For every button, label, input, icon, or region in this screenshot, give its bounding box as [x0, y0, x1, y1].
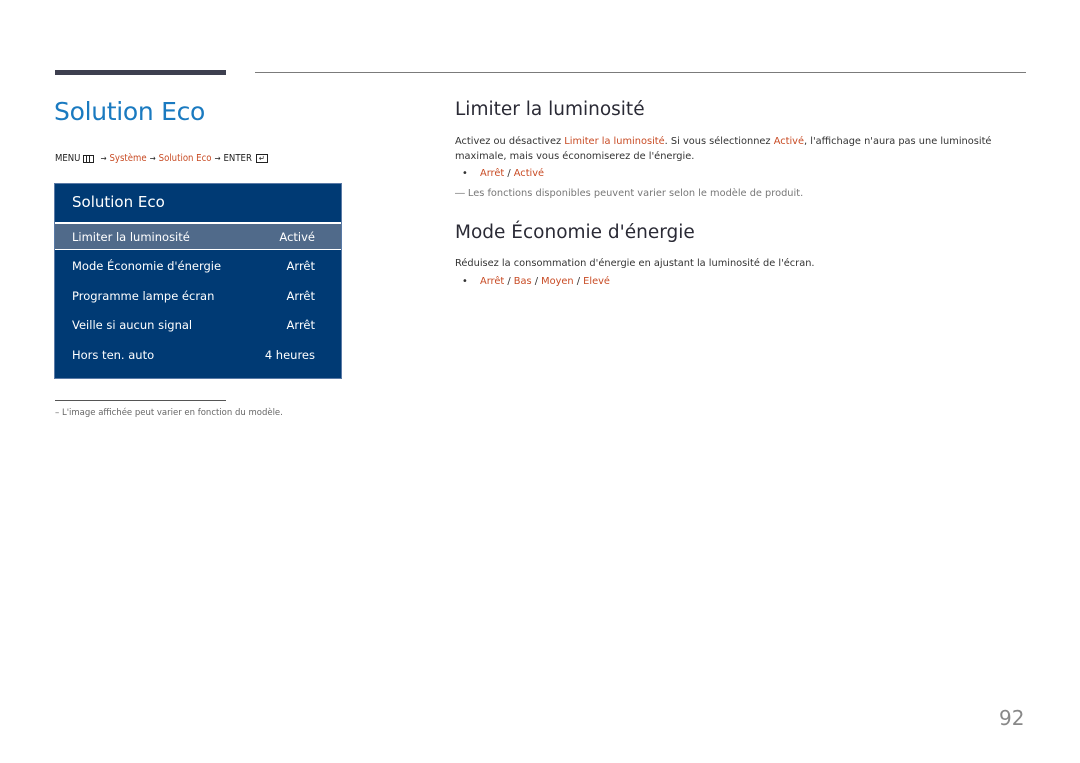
option-active: Activé	[513, 168, 545, 179]
breadcrumb-systeme: Système	[109, 153, 147, 164]
header-rule-thick	[55, 70, 226, 75]
option-separator: /	[504, 276, 514, 287]
header-rule-thin	[255, 72, 1026, 73]
breadcrumb-enter: ENTER	[223, 153, 252, 164]
osd-item-veille-signal[interactable]: Veille si aucun signal Arrêt	[55, 312, 341, 338]
section-paragraph-limiter-luminosite: Activez ou désactivez Limiter la luminos…	[455, 134, 1020, 164]
osd-menu-title: Solution Eco	[72, 193, 165, 211]
footnote-image-disclaimer: – L'image affichée peut varier en foncti…	[55, 408, 283, 418]
para-text: . Si vous sélectionnez	[664, 136, 774, 147]
option-arret: Arrêt	[480, 168, 505, 179]
menu-grid-icon	[83, 154, 95, 163]
osd-item-value: Activé	[279, 229, 315, 244]
section-heading-mode-economie: Mode Économie d'énergie	[455, 222, 695, 243]
osd-item-value: Arrêt	[286, 289, 315, 303]
option-separator: /	[531, 276, 542, 287]
osd-item-value: 4 heures	[264, 348, 315, 362]
osd-menu-solution-eco: Solution Eco Limiter la luminosité Activ…	[54, 183, 342, 379]
para-text: Activez ou désactivez	[455, 136, 565, 147]
option-separator: /	[504, 168, 514, 179]
note-functions-vary: ― Les fonctions disponibles peuvent vari…	[455, 188, 803, 199]
page-title: Solution Eco	[54, 97, 206, 126]
osd-item-label: Mode Économie d'énergie	[72, 259, 222, 273]
osd-item-mode-economie[interactable]: Mode Économie d'énergie Arrêt	[55, 253, 341, 279]
section-paragraph-mode-economie: Réduisez la consommation d'énergie en aj…	[455, 258, 815, 269]
enter-icon: ↵	[255, 154, 268, 163]
breadcrumb-solution-eco: Solution Eco	[158, 153, 212, 164]
osd-item-limiter-luminosite[interactable]: Limiter la luminosité Activé	[55, 223, 341, 250]
option-bas: Bas	[513, 276, 532, 287]
note-text: Les fonctions disponibles peuvent varier…	[467, 188, 804, 199]
breadcrumb: MENU → Système → Solution Eco → ENTER ↵	[55, 153, 268, 164]
option-separator: /	[573, 276, 584, 287]
osd-item-hors-ten-auto[interactable]: Hors ten. auto 4 heures	[55, 342, 341, 368]
osd-item-label: Veille si aucun signal	[72, 318, 193, 332]
page-number: 92	[999, 706, 1025, 730]
note-mark-icon: ―	[455, 188, 465, 199]
arrow-icon: →	[149, 154, 156, 163]
option-eleve: Elevé	[583, 276, 610, 287]
footnote-divider	[55, 400, 226, 401]
bullet-icon: •	[462, 276, 468, 287]
para-highlight: Limiter la luminosité	[564, 136, 665, 147]
breadcrumb-menu: MENU	[55, 153, 81, 164]
para-highlight: Activé	[773, 136, 804, 147]
option-arret: Arrêt	[480, 276, 505, 287]
options-list-mode-economie: • Arrêt / Bas / Moyen / Elevé	[462, 276, 610, 287]
osd-item-label: Limiter la luminosité	[72, 229, 190, 244]
arrow-icon: →	[214, 154, 221, 163]
osd-item-label: Hors ten. auto	[72, 348, 155, 362]
osd-item-label: Programme lampe écran	[72, 289, 215, 303]
osd-item-value: Arrêt	[286, 259, 315, 273]
bullet-icon: •	[462, 168, 468, 179]
option-moyen: Moyen	[541, 276, 574, 287]
options-list-limiter-luminosite: • Arrêt / Activé	[462, 168, 544, 179]
section-heading-limiter-luminosite: Limiter la luminosité	[455, 99, 645, 120]
osd-item-programme-lampe[interactable]: Programme lampe écran Arrêt	[55, 283, 341, 309]
osd-item-value: Arrêt	[286, 318, 315, 332]
arrow-icon: →	[100, 154, 107, 163]
